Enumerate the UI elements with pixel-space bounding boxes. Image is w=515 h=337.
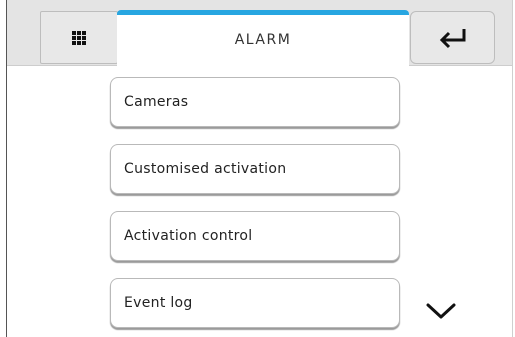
scroll-down-button[interactable]: [423, 296, 459, 326]
chevron-down-icon: [426, 303, 456, 319]
grid-icon: [72, 30, 86, 45]
back-button[interactable]: [410, 11, 495, 64]
top-bar: ALARM: [7, 0, 512, 67]
return-arrow-icon: [439, 28, 465, 48]
alarm-screen: ALARM Cameras Customised activation Acti…: [6, 0, 513, 337]
menu-item-label: Cameras: [124, 94, 189, 110]
menu-item-label: Customised activation: [124, 161, 287, 177]
main-menu-button[interactable]: [40, 11, 118, 64]
page-title: ALARM: [234, 32, 292, 48]
menu-item-cameras[interactable]: Cameras: [110, 77, 400, 127]
alarm-menu-list: Cameras Customised activation Activation…: [7, 66, 512, 337]
menu-item-customised-activation[interactable]: Customised activation: [110, 144, 400, 194]
menu-item-label: Event log: [124, 295, 193, 311]
menu-item-event-log[interactable]: Event log: [110, 278, 400, 328]
menu-item-label: Activation control: [124, 228, 253, 244]
menu-item-activation-control[interactable]: Activation control: [110, 211, 400, 261]
title-tab: ALARM: [117, 10, 409, 67]
